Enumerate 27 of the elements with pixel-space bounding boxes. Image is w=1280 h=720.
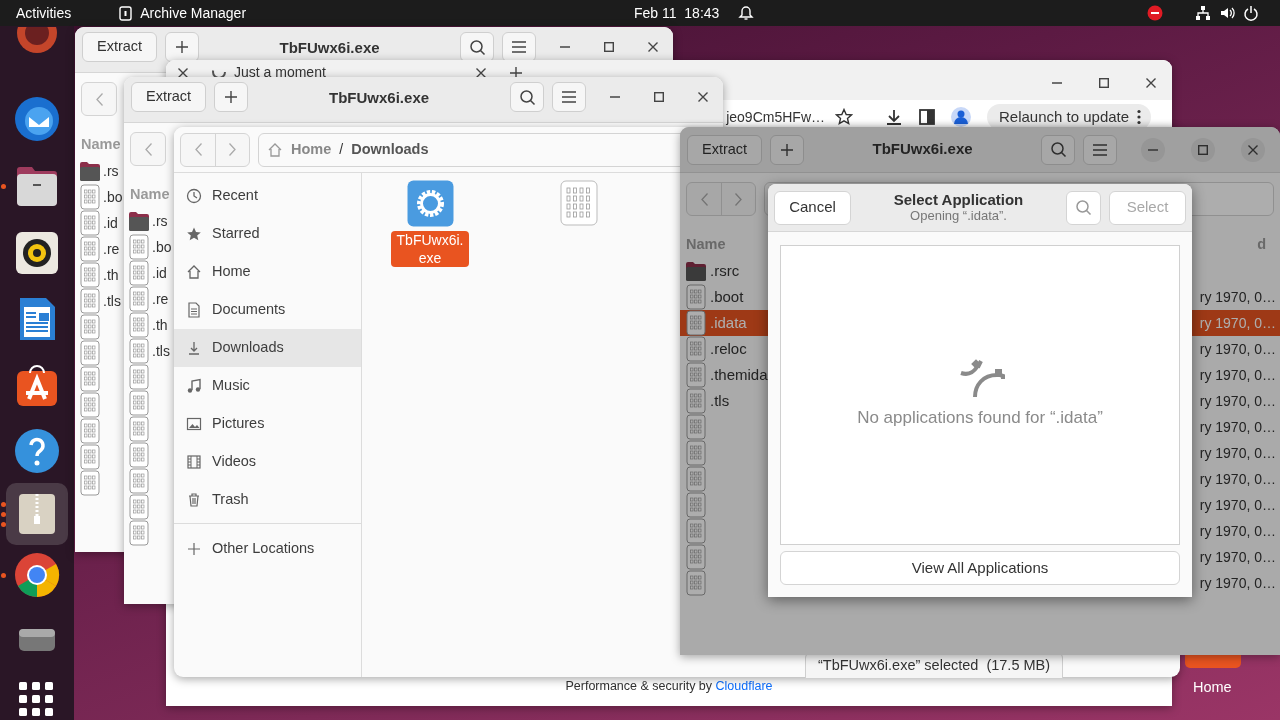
file-name: .idata <box>710 312 747 333</box>
modified-date: ry 1970, 0… <box>1199 469 1276 489</box>
footer-text: Performance & security by Cloudflare <box>565 678 773 696</box>
modified-date: ry 1970, 0… <box>1199 573 1276 593</box>
modified-date: ry 1970, 0… <box>1199 443 1276 463</box>
window-title: TbFUwx6i.exe <box>279 38 380 58</box>
file-name: .reloc <box>710 338 747 359</box>
modified-date: ry 1970, 0… <box>1199 521 1276 541</box>
modified-date: ry 1970, 0… <box>1199 495 1276 515</box>
file-name: .tls <box>710 390 730 411</box>
path-separator: / <box>339 140 344 159</box>
address-text: jeo9Cm5HFw… <box>726 107 825 127</box>
modified-date: ry 1970, 0… <box>1199 339 1276 359</box>
modified-date: ry 1970, 0… <box>1199 417 1276 437</box>
file-name: .boot <box>710 286 744 307</box>
file-name: .themida <box>710 364 768 385</box>
file-name: .rsrc <box>710 260 740 281</box>
modified-date: ry 1970, 0… <box>1199 391 1276 411</box>
modified-date: ry 1970, 0… <box>1199 365 1276 385</box>
window-title: TbFUwx6i.exe <box>329 88 430 108</box>
dialog-subtitle: Opening “.idata”. <box>910 207 1007 224</box>
modified-date: ry 1970, 0… <box>1199 547 1276 567</box>
empty-message: No applications found for “.idata” <box>857 407 1103 430</box>
modified-date: ry 1970, 0… <box>1199 313 1276 333</box>
dialog-title: Select Application <box>893 191 1024 208</box>
modified-date: ry 1970, 0… <box>1199 287 1276 307</box>
window-title: TbFUwx6i.exe <box>872 139 973 160</box>
